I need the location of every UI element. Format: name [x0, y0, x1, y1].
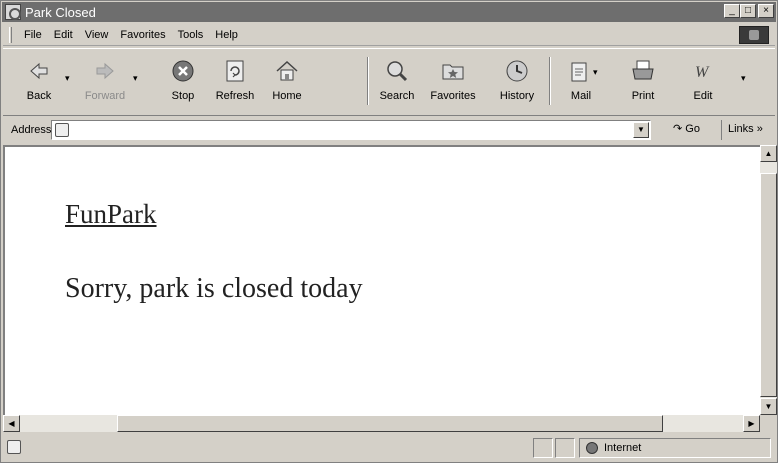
history-button[interactable]: History [491, 53, 543, 113]
search-icon [387, 61, 408, 82]
toolbar-separator [549, 57, 551, 105]
favorites-folder-icon [442, 64, 464, 80]
scroll-left-button[interactable]: ◀ [3, 415, 20, 432]
address-bar: Address ▼ ↷ Go Links » [3, 118, 775, 142]
menu-favorites[interactable]: Favorites [114, 29, 171, 41]
browser-window: Park Closed _ □ × File Edit View Favorit… [0, 0, 778, 463]
toolbar-separator [367, 57, 369, 105]
toolbar: Back ▾ Forward ▾ Stop Refresh Home Searc… [3, 48, 775, 116]
title-bar: Park Closed _ □ × [2, 2, 776, 22]
forward-label: Forward [84, 90, 126, 102]
back-label: Back [26, 90, 52, 102]
forward-arrow-icon [96, 62, 114, 80]
menu-tools[interactable]: Tools [172, 29, 210, 41]
favorites-label: Favorites [430, 90, 476, 102]
stop-button[interactable]: Stop [157, 53, 209, 113]
stop-label: Stop [171, 90, 195, 102]
page-icon [55, 123, 69, 137]
closed-message: Sorry, park is closed today [65, 273, 363, 304]
horizontal-scrollbar[interactable]: ◀ ▶ [3, 415, 760, 432]
stop-icon [172, 60, 194, 82]
menu-edit[interactable]: Edit [48, 29, 79, 41]
menu-grip [9, 26, 12, 43]
forward-button[interactable]: Forward [79, 53, 131, 113]
address-dropdown-icon[interactable]: ▼ [633, 122, 649, 138]
forward-dropdown-icon[interactable]: ▾ [133, 73, 138, 84]
window-title: Park Closed [25, 4, 96, 20]
internet-globe-icon [586, 442, 598, 454]
security-zone: Internet [579, 438, 771, 458]
menu-bar: File Edit View Favorites Tools Help [3, 24, 775, 46]
status-cell [533, 438, 553, 458]
horizontal-scroll-thumb[interactable] [117, 415, 663, 432]
mail-label: Mail [570, 90, 592, 102]
go-label: Go [685, 123, 700, 135]
refresh-button[interactable]: Refresh [209, 53, 261, 113]
windows-logo-icon [739, 26, 769, 44]
scroll-up-button[interactable]: ▲ [760, 145, 777, 162]
minimize-button[interactable]: _ [724, 4, 740, 18]
edit-label: Edit [693, 90, 713, 102]
scrollbar-corner [760, 415, 777, 432]
print-button[interactable]: Print [617, 53, 669, 113]
address-input[interactable]: ▼ [51, 120, 651, 140]
zone-label: Internet [604, 442, 642, 454]
search-button[interactable]: Search [371, 53, 423, 113]
scroll-down-button[interactable]: ▼ [760, 398, 777, 415]
vertical-scroll-thumb[interactable] [760, 173, 777, 397]
favorites-button[interactable]: Favorites [427, 53, 479, 113]
status-cell [555, 438, 575, 458]
mail-dropdown-icon[interactable]: ▾ [593, 67, 598, 78]
close-button[interactable]: × [758, 4, 774, 18]
maximize-button[interactable]: □ [740, 4, 756, 18]
home-icon [276, 60, 298, 81]
browser-icon [5, 4, 21, 20]
address-label: Address [11, 124, 52, 136]
mail-button[interactable]: Mail [555, 53, 607, 113]
menu-help[interactable]: Help [209, 29, 244, 41]
menu-view[interactable]: View [79, 29, 115, 41]
history-icon [506, 60, 528, 82]
back-arrow-icon [30, 62, 48, 80]
site-title-link[interactable]: FunPark [65, 199, 157, 230]
page-content: FunPark Sorry, park is closed today [3, 145, 760, 415]
print-label: Print [631, 90, 655, 102]
back-dropdown-icon[interactable]: ▾ [65, 73, 70, 84]
page-status-icon [7, 440, 21, 454]
home-button[interactable]: Home [261, 53, 313, 113]
edit-button[interactable]: W Edit [677, 53, 729, 113]
back-button[interactable]: Back [13, 53, 65, 113]
search-label: Search [379, 90, 415, 102]
svg-text:W: W [695, 64, 710, 81]
printer-icon [632, 60, 654, 80]
edit-dropdown-icon[interactable]: ▾ [741, 73, 746, 84]
history-label: History [499, 90, 535, 102]
scroll-right-button[interactable]: ▶ [743, 415, 760, 432]
links-button[interactable]: Links » [721, 120, 769, 140]
vertical-scrollbar[interactable]: ▲ ▼ [760, 145, 777, 415]
refresh-label: Refresh [215, 90, 255, 102]
menu-file[interactable]: File [18, 29, 48, 41]
go-button[interactable]: ↷ Go [673, 122, 700, 135]
refresh-icon [226, 60, 244, 82]
status-bar: Internet [3, 435, 775, 461]
word-edit-icon: W [695, 64, 710, 81]
mail-icon [571, 62, 587, 82]
home-label: Home [272, 90, 302, 102]
